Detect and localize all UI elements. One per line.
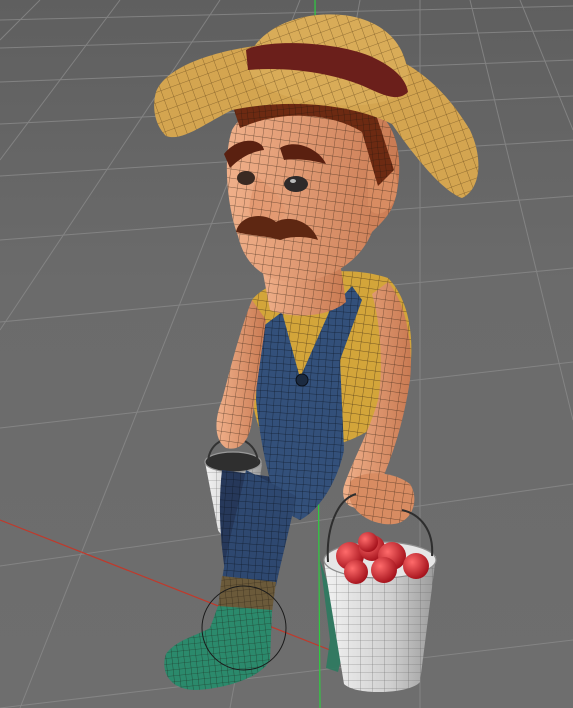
right-bucket-tomatoes[interactable] — [323, 493, 437, 693]
viewport-canvas[interactable] — [0, 0, 573, 708]
eye — [284, 176, 308, 192]
eye — [237, 171, 255, 185]
tomatoes — [336, 532, 429, 584]
farmer-character-model[interactable] — [154, 14, 479, 693]
3d-viewport[interactable] — [0, 0, 573, 708]
overall-button-icon — [295, 373, 309, 387]
